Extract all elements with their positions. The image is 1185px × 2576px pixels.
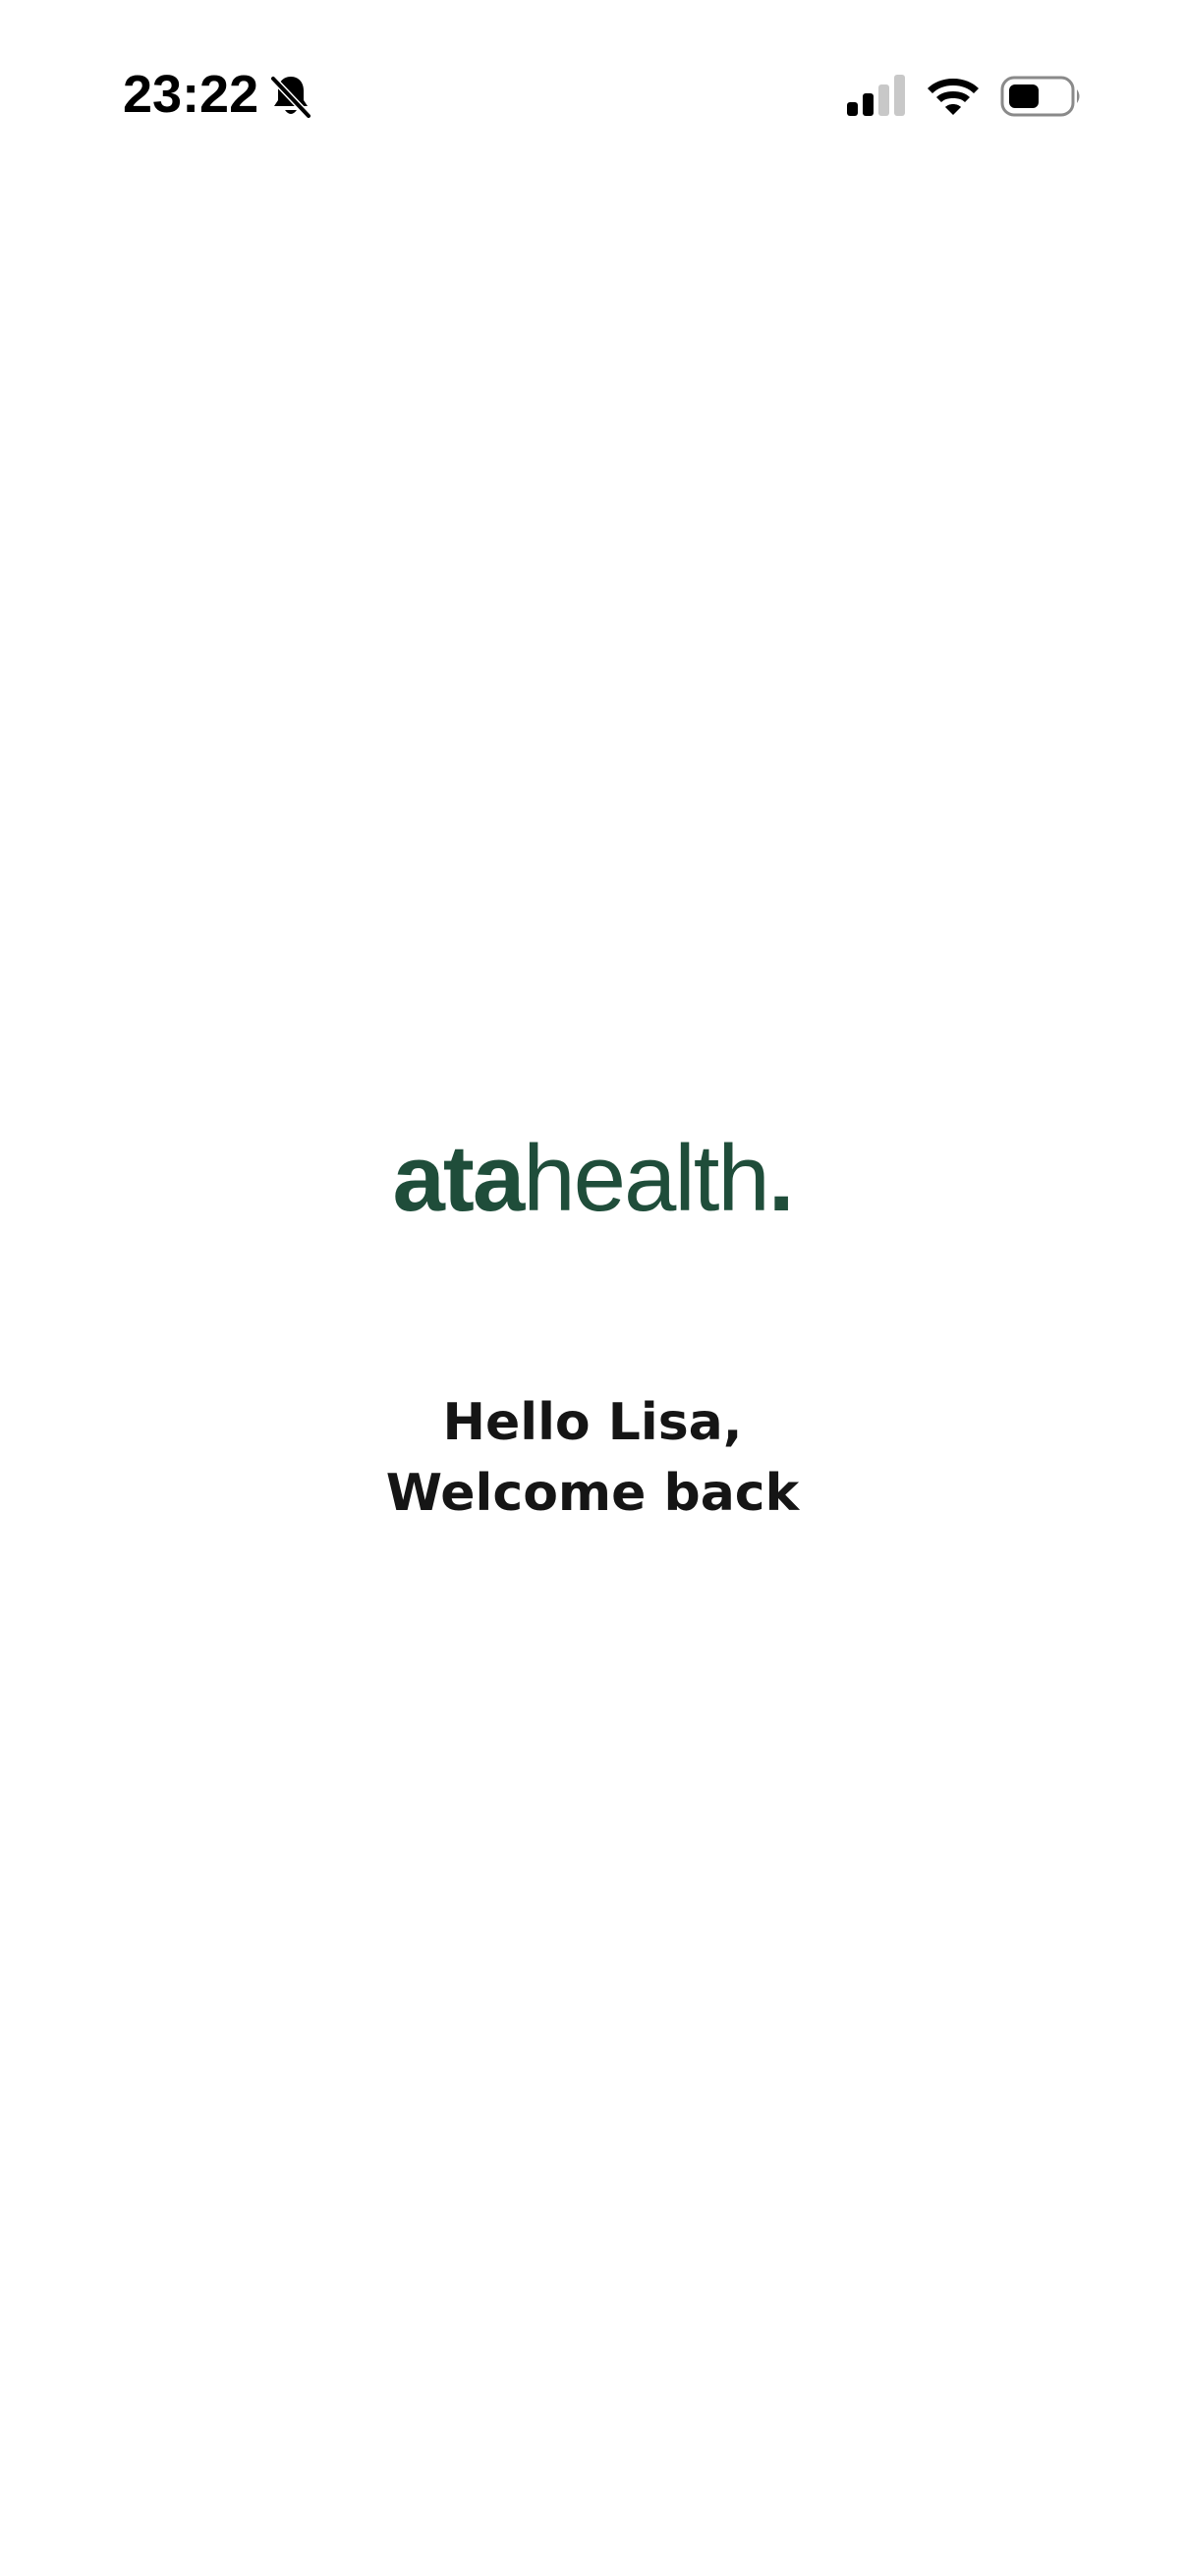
status-time: 23:22: [123, 65, 259, 124]
logo-dot: .: [767, 1126, 795, 1231]
splash-screen: 23:22 atahealth. Hello Lisa, Welcome bac…: [0, 0, 1185, 2576]
bell-slash-icon: [269, 75, 312, 120]
logo-part-ata: ata: [392, 1126, 526, 1231]
status-bar: 23:22: [0, 0, 1185, 196]
greeting-line-1: Hello Lisa,: [442, 1393, 743, 1452]
battery-icon: [1000, 76, 1080, 117]
cellular-signal-icon: [847, 75, 905, 116]
wifi-icon: [928, 79, 979, 115]
atahealth-logo: atahealth.: [0, 1120, 1185, 1238]
logo-part-health: health: [523, 1126, 770, 1231]
greeting-line-2: Welcome back: [385, 1464, 800, 1523]
welcome-greeting: Hello Lisa, Welcome back: [0, 1387, 1185, 1529]
